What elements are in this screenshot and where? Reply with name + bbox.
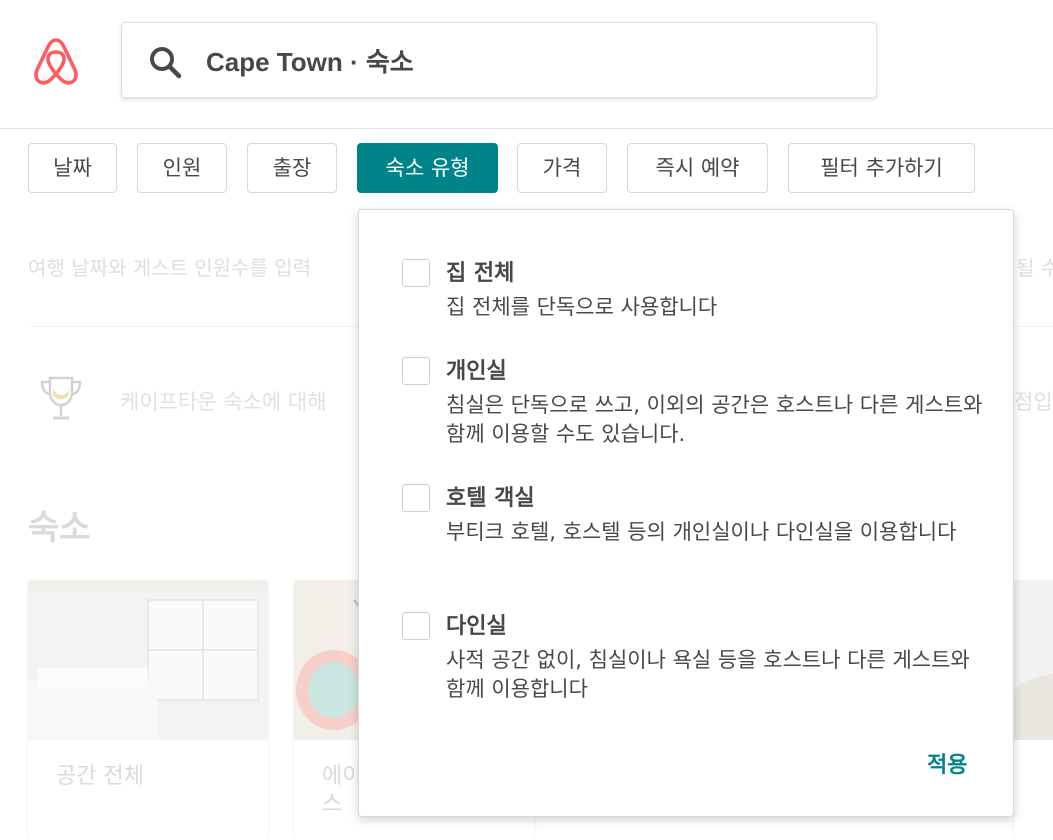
checkbox-shared-room[interactable] [402, 612, 430, 640]
card-label: 공간 전체 [56, 764, 144, 789]
checkbox-hotel-room[interactable] [402, 484, 430, 512]
checkbox-entire-place[interactable] [402, 259, 430, 287]
more-filters-button[interactable]: 필터 추가하기 [788, 143, 975, 193]
card-label-second-line: 스 [322, 792, 343, 817]
search-icon [150, 47, 182, 79]
option-title: 집 전체 [446, 261, 515, 286]
option-title: 개인실 [446, 359, 507, 384]
checkbox-private-room[interactable] [402, 357, 430, 385]
date-filter-button[interactable]: 날짜 [28, 143, 117, 193]
partial-card-image [1014, 580, 1053, 740]
property-type-dropdown: 집 전체 집 전체를 단독으로 사용합니다 개인실 침실은 단독으로 쓰고, 이… [358, 209, 1014, 817]
category-card-entire-place[interactable]: 공간 전체 [28, 580, 268, 840]
promo-text-right: 점입 [1014, 390, 1053, 414]
price-filter-button[interactable]: 가격 [517, 143, 607, 193]
airbnb-logo-icon[interactable] [30, 34, 82, 88]
option-title: 호텔 객실 [446, 486, 535, 511]
category-card-partial[interactable] [1014, 580, 1053, 840]
property-type-filter-button[interactable]: 숙소 유형 [357, 143, 498, 193]
business-travel-filter-button[interactable]: 출장 [247, 143, 337, 193]
section-heading: 숙소 [28, 508, 91, 548]
option-description: 침실은 단독으로 쓰고, 이외의 공간은 호스트나 다른 게스트와 함께 이용할… [446, 393, 983, 446]
instant-book-filter-button[interactable]: 즉시 예약 [627, 143, 768, 193]
option-title: 다인실 [446, 614, 507, 639]
search-query-text: Cape Town · 숙소 [206, 47, 414, 77]
trophy-icon [40, 376, 82, 420]
guests-filter-button[interactable]: 인원 [137, 143, 227, 193]
date-notice-text: 여행 날짜와 게스트 인원수를 입력 [28, 256, 312, 280]
header: Cape Town · 숙소 [0, 0, 1053, 129]
date-notice-text-right: 될 수 [1016, 256, 1053, 280]
option-description: 집 전체를 단독으로 사용합니다 [446, 295, 718, 319]
option-description: 사적 공간 없이, 침실이나 욕실 등을 호스트나 다른 게스트와 함께 이용합… [446, 648, 970, 701]
option-description: 부티크 호텔, 호스텔 등의 개인실이나 다인실을 이용합니다 [446, 520, 957, 544]
search-box[interactable]: Cape Town · 숙소 [121, 22, 877, 98]
entire-place-image [28, 580, 268, 740]
promo-text: 케이프타운 숙소에 대해 [120, 390, 327, 414]
apply-button[interactable]: 적용 [927, 747, 967, 779]
